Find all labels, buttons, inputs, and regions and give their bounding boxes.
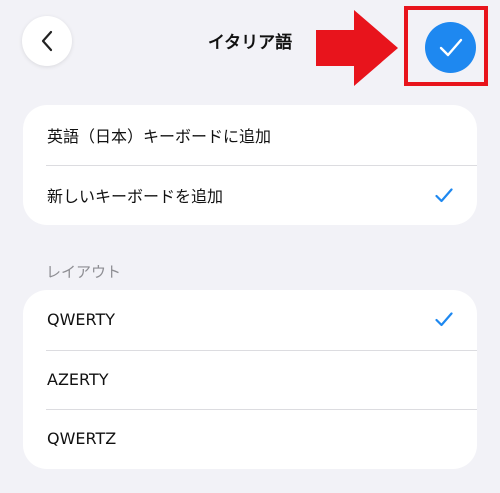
layout-option-qwertz[interactable]: QWERTZ <box>23 409 477 469</box>
layout-option-label: AZERTY <box>47 369 109 389</box>
option-add-new-keyboard[interactable]: 新しいキーボードを追加 <box>23 165 477 225</box>
option-add-english-japan-keyboard[interactable]: 英語（日本）キーボードに追加 <box>23 105 477 165</box>
keyboard-options-card: 英語（日本）キーボードに追加 新しいキーボードを追加 <box>23 105 477 225</box>
layout-options-card: QWERTY AZERTY QWERTZ <box>23 290 477 469</box>
annotation-arrow <box>316 8 400 92</box>
checkmark-icon <box>435 187 453 203</box>
section-label-layout: レイアウト <box>46 263 122 281</box>
layout-option-qwerty[interactable]: QWERTY <box>23 290 477 350</box>
checkmark-icon <box>439 38 462 56</box>
layout-option-label: QWERTY <box>47 310 116 330</box>
option-label: 新しいキーボードを追加 <box>47 187 224 206</box>
option-label: 英語（日本）キーボードに追加 <box>47 127 272 146</box>
confirm-button[interactable] <box>425 22 476 73</box>
checkmark-icon <box>435 312 453 327</box>
layout-option-azerty[interactable]: AZERTY <box>23 349 477 410</box>
layout-option-label: QWERTZ <box>47 429 117 449</box>
